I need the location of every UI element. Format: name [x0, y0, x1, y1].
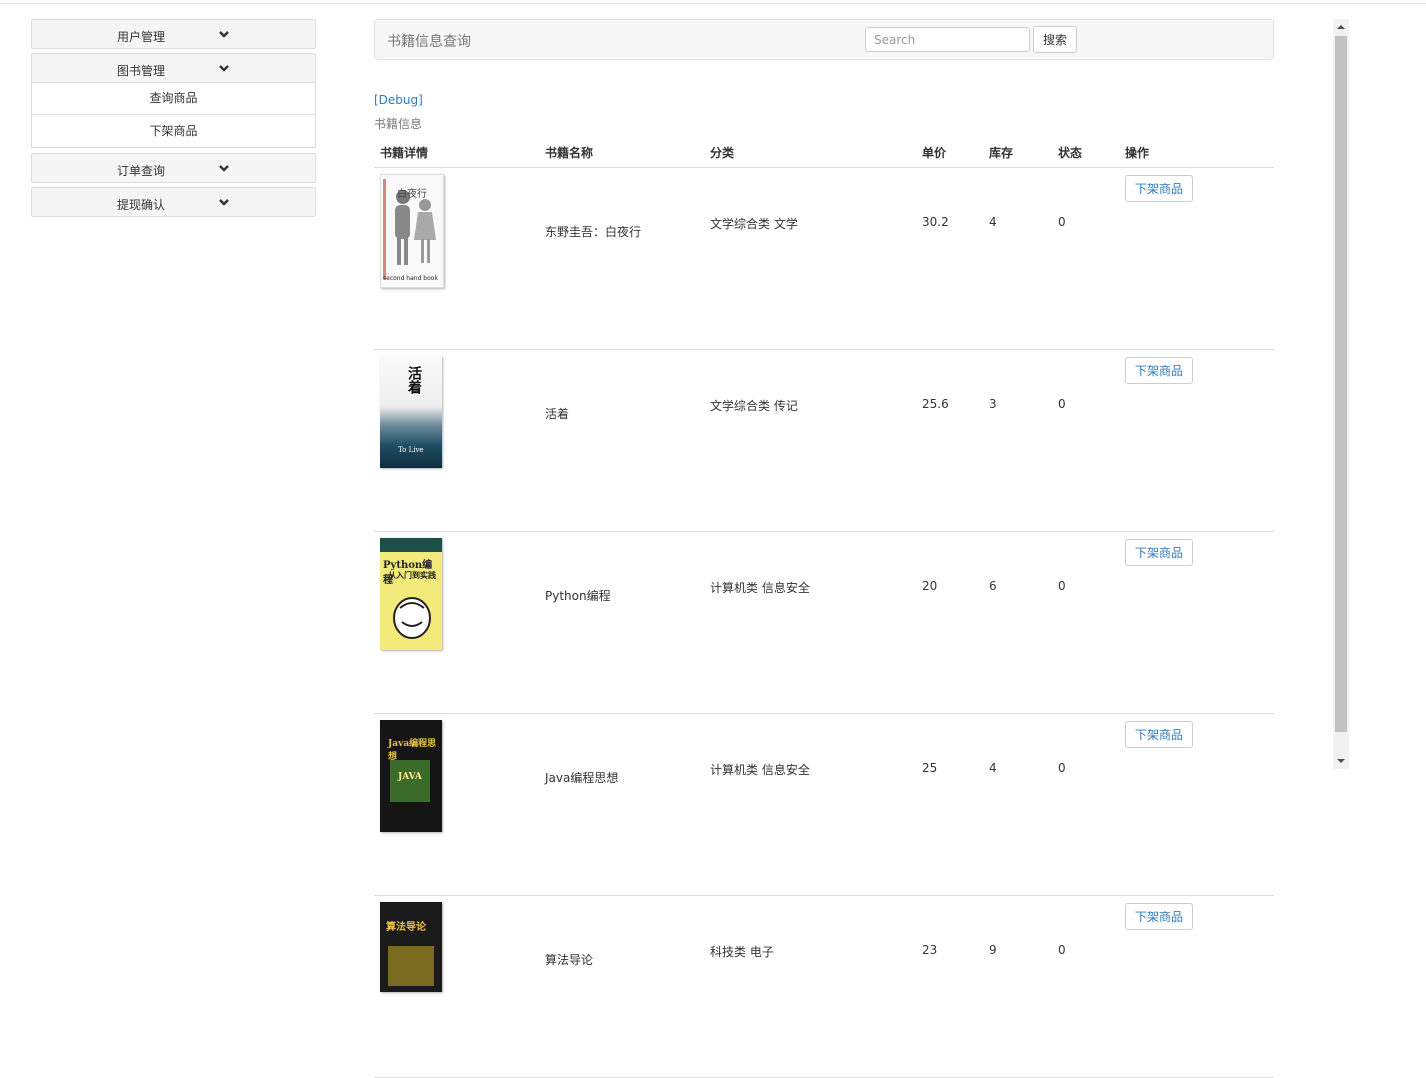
action-cell: 下架商品: [1119, 349, 1274, 532]
book-cover-image[interactable]: 白夜行 second hand book: [380, 174, 444, 288]
table-header-row: 书籍详情 书籍名称 分类 单价 库存 状态 操作: [374, 137, 1274, 168]
cover-subtitle: JAVA: [398, 772, 422, 782]
debug-link[interactable]: [Debug]: [374, 93, 423, 107]
action-cell: 下架商品: [1119, 167, 1274, 350]
cover-cell: 活着 To Live: [374, 349, 539, 532]
chevron-down-icon: [219, 31, 229, 38]
book-category: 科技类 电子: [704, 895, 916, 1078]
col-header-detail: 书籍详情: [374, 137, 539, 168]
book-stock: 9: [983, 895, 1052, 1078]
menu-order-query[interactable]: 订单查询: [31, 153, 316, 183]
cover-art: [393, 597, 431, 639]
chevron-down-icon: [219, 199, 229, 206]
table-caption: 书籍信息: [374, 117, 423, 131]
book-cover-image[interactable]: Java编程思想 JAVA: [380, 720, 442, 832]
book-price: 30.2: [916, 167, 983, 350]
book-name: 活着: [539, 349, 704, 532]
table-row: 算法导论 算法导论 科技类 电子 23 9 0 下架商品: [374, 895, 1274, 1078]
book-status: 0: [1052, 349, 1119, 532]
cover-subtitle: second hand book: [383, 275, 438, 282]
window-top-border: [0, 0, 1426, 4]
menu-book-management[interactable]: 图书管理: [31, 53, 316, 83]
menu-user-management[interactable]: 用户管理: [31, 19, 316, 49]
menu-withdraw-confirm[interactable]: 提现确认: [31, 187, 316, 217]
col-header-category: 分类: [704, 137, 916, 168]
cover-title: 白夜行: [397, 189, 427, 200]
book-stock: 4: [983, 713, 1052, 896]
cover-title: Java编程思想: [388, 739, 437, 762]
action-cell: 下架商品: [1119, 713, 1274, 896]
cover-cell: 算法导论: [374, 895, 539, 1078]
books-table: 书籍详情 书籍名称 分类 单价 库存 状态 操作 白夜行 second hand…: [374, 137, 1274, 1078]
cover-title: 算法导论: [386, 922, 426, 933]
book-category: 文学综合类 文学: [704, 167, 916, 350]
chevron-down-icon: [219, 165, 229, 172]
table-row: 活着 To Live 活着 文学综合类 传记 25.6 3 0 下架商品: [374, 349, 1274, 532]
cover-cell: 白夜行 second hand book: [374, 167, 539, 350]
search-button[interactable]: 搜索: [1033, 26, 1077, 53]
book-category: 计算机类 信息安全: [704, 531, 916, 714]
book-status: 0: [1052, 531, 1119, 714]
book-status: 0: [1052, 895, 1119, 1078]
col-header-action: 操作: [1119, 137, 1274, 168]
book-stock: 6: [983, 531, 1052, 714]
submenu-offshelf-goods[interactable]: 下架商品: [32, 114, 315, 147]
offshelf-button[interactable]: 下架商品: [1125, 357, 1193, 384]
book-name: Python编程: [539, 531, 704, 714]
table-row: 白夜行 second hand book 东野圭吾：白夜行 文学综合类 文学 3…: [374, 167, 1274, 350]
book-management-submenu: 查询商品 下架商品: [31, 82, 316, 148]
offshelf-button[interactable]: 下架商品: [1125, 175, 1193, 202]
col-header-name: 书籍名称: [539, 137, 704, 168]
book-price: 25.6: [916, 349, 983, 532]
offshelf-button[interactable]: 下架商品: [1125, 721, 1193, 748]
book-category: 计算机类 信息安全: [704, 713, 916, 896]
book-category: 文学综合类 传记: [704, 349, 916, 532]
col-header-stock: 库存: [983, 137, 1052, 168]
book-name: Java编程思想: [539, 713, 704, 896]
col-header-status: 状态: [1052, 137, 1119, 168]
table-row: Python编程 从入门到实践 Python编程 计算机类 信息安全 20 6 …: [374, 531, 1274, 714]
book-status: 0: [1052, 167, 1119, 350]
cover-title: 活着: [406, 366, 422, 394]
scroll-down-arrow-icon[interactable]: [1337, 759, 1345, 763]
book-price: 20: [916, 531, 983, 714]
col-header-price: 单价: [916, 137, 983, 168]
action-cell: 下架商品: [1119, 895, 1274, 1078]
cover-cell: Java编程思想 JAVA: [374, 713, 539, 896]
table-row: Java编程思想 JAVA Java编程思想 计算机类 信息安全 25 4 0 …: [374, 713, 1274, 896]
action-cell: 下架商品: [1119, 531, 1274, 714]
navbar: 书籍信息查询 搜索: [374, 19, 1274, 60]
cover-cell: Python编程 从入门到实践: [374, 531, 539, 714]
book-name: 算法导论: [539, 895, 704, 1078]
book-name: 东野圭吾：白夜行: [539, 167, 704, 350]
cover-panel: [388, 946, 434, 986]
book-cover-image[interactable]: 活着 To Live: [380, 356, 442, 468]
chevron-down-icon: [219, 65, 229, 72]
book-price: 23: [916, 895, 983, 1078]
submenu-query-goods[interactable]: 查询商品: [32, 82, 315, 114]
vertical-scrollbar[interactable]: [1333, 19, 1349, 769]
navbar-brand[interactable]: 书籍信息查询: [387, 31, 471, 51]
scroll-up-arrow-icon[interactable]: [1337, 25, 1345, 29]
scrollbar-thumb[interactable]: [1335, 36, 1347, 732]
offshelf-button[interactable]: 下架商品: [1125, 903, 1193, 930]
book-cover-image[interactable]: Python编程 从入门到实践: [380, 538, 442, 650]
book-stock: 4: [983, 167, 1052, 350]
book-status: 0: [1052, 713, 1119, 896]
book-cover-image[interactable]: 算法导论: [380, 902, 442, 992]
book-stock: 3: [983, 349, 1052, 532]
cover-subtitle: To Live: [398, 446, 424, 454]
search-input[interactable]: [865, 27, 1030, 52]
sidebar: 用户管理 图书管理 查询商品 下架商品 订单查询 提现确认: [31, 19, 316, 221]
offshelf-button[interactable]: 下架商品: [1125, 539, 1193, 566]
book-price: 25: [916, 713, 983, 896]
